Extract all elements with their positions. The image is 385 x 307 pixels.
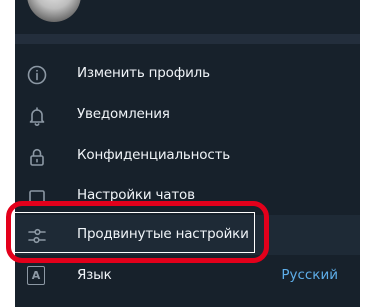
menu-item-chat-settings[interactable]: Настройки чатов (15, 176, 360, 216)
sliders-icon (26, 225, 48, 247)
menu-item-label: Изменить профиль (77, 65, 210, 81)
menu-item-advanced-settings[interactable]: Продвинутые настройки (15, 215, 360, 255)
menu-item-notifications[interactable]: Уведомления (15, 95, 360, 135)
menu-item-privacy[interactable]: Конфиденциальность (15, 136, 360, 176)
bell-icon (26, 105, 48, 127)
menu-item-language[interactable]: A Язык Русский (15, 256, 360, 296)
language-icon: A (27, 266, 45, 285)
screenshot-frame: Изменить профиль Уведомления Конфиденциа… (0, 0, 385, 307)
menu-item-label: Настройки чатов (77, 187, 195, 203)
menu-item-label: Продвинутые настройки (77, 226, 249, 242)
chat-icon (26, 186, 48, 208)
avatar[interactable] (27, 0, 81, 22)
menu-item-edit-profile[interactable]: Изменить профиль (15, 54, 360, 94)
settings-panel: Изменить профиль Уведомления Конфиденциа… (15, 0, 360, 307)
menu-item-label: Уведомления (77, 106, 170, 122)
language-value: Русский (281, 267, 338, 283)
menu-item-label: Конфиденциальность (77, 147, 231, 163)
lock-icon (26, 146, 48, 168)
section-separator (15, 34, 360, 44)
menu-item-label: Язык (77, 267, 112, 283)
info-icon (26, 64, 48, 86)
